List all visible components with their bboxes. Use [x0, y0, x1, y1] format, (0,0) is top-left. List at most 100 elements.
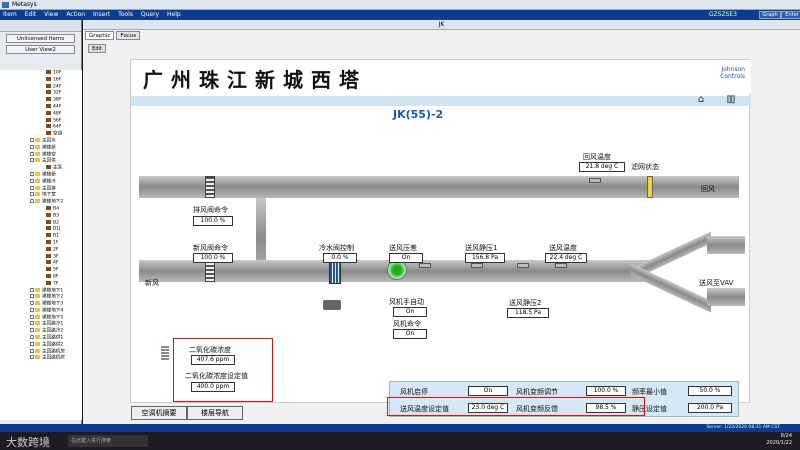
floor-nav-button[interactable]: 楼层导航	[187, 406, 243, 420]
co2-setpoint-value[interactable]: 400.0 ppm	[191, 382, 235, 392]
co2-sensor-icon[interactable]	[161, 346, 169, 360]
tree-item[interactable]: 裙楼冷	[0, 178, 82, 186]
tree-item[interactable]: 3F	[0, 253, 82, 261]
expand-icon[interactable]	[30, 321, 34, 326]
expand-icon[interactable]	[30, 328, 34, 333]
expand-icon[interactable]	[30, 348, 34, 353]
tree-item[interactable]: B1	[0, 233, 82, 240]
tree-item[interactable]: 主回水	[0, 137, 82, 145]
expand-icon[interactable]	[30, 314, 34, 319]
fan-auto-value[interactable]: On	[393, 307, 427, 317]
tree-item[interactable]: B2	[0, 219, 82, 227]
static-setpoint-value[interactable]: 200.0 Pa	[688, 403, 732, 413]
ahu-summary-button[interactable]: 空调机摘要	[131, 406, 187, 420]
tab-focus[interactable]: Focus	[116, 31, 141, 40]
tree-item[interactable]: 24F	[0, 83, 82, 91]
filter-icon[interactable]	[647, 176, 653, 198]
tree-item[interactable]: 裙楼地下2	[0, 199, 82, 206]
tree-item[interactable]: 主回路机房	[0, 355, 82, 362]
expand-icon[interactable]	[30, 355, 34, 360]
tree-item[interactable]: 4F	[0, 260, 82, 267]
tree-item[interactable]: 主回路供2	[0, 341, 82, 349]
freq-min-value[interactable]: 50.0 %	[688, 386, 732, 396]
edit-button[interactable]: Edit	[88, 44, 106, 53]
menu-item[interactable]: Tools	[118, 11, 133, 18]
sa-temp-value[interactable]: 22.4 deg C	[545, 253, 587, 263]
sa-static-1-value[interactable]: 156.8 Pa	[465, 253, 505, 263]
co2-value[interactable]: 407.6 ppm	[191, 355, 235, 365]
tree-item[interactable]: 裙楼新	[0, 144, 82, 152]
menu-item[interactable]: Action	[66, 11, 85, 18]
tree-item[interactable]: B1J	[0, 226, 82, 233]
tree-item[interactable]: 主回供	[0, 158, 82, 165]
expand-icon[interactable]	[30, 294, 34, 299]
tree-item[interactable]: 5F	[0, 267, 82, 274]
enter-button[interactable]: Enter	[781, 11, 800, 19]
exhaust-cmd-value[interactable]: 100.0 %	[193, 216, 233, 226]
tree-item[interactable]: B4	[0, 205, 82, 213]
navigation-tree[interactable]: 10F 16F 24F 32F 38F 44F 48F 56F 64F 空调 主回水 裙楼新 裙楼空 主回…	[0, 70, 82, 420]
valve-actuator-icon[interactable]	[323, 300, 341, 310]
tree-item[interactable]: 裙楼空	[0, 151, 82, 159]
sa-pressure-diff-value[interactable]: On	[389, 253, 423, 263]
tree-item[interactable]: 裙楼地下1	[0, 287, 82, 295]
tree-item[interactable]: 1F	[0, 239, 82, 247]
tree-item[interactable]: 7F	[0, 280, 82, 288]
supply-fan-icon[interactable]	[387, 260, 407, 280]
expand-icon[interactable]	[30, 185, 34, 190]
chart-icon[interactable]: ▥	[725, 94, 737, 106]
tree-item[interactable]: 48F	[0, 110, 82, 118]
tree-item[interactable]: 空调	[0, 131, 82, 138]
tree-item[interactable]: B3	[0, 212, 82, 220]
expand-icon[interactable]	[30, 307, 34, 312]
expand-icon[interactable]	[30, 199, 34, 204]
expand-icon[interactable]	[30, 137, 34, 142]
tree-item[interactable]: 裙楼地下4	[0, 307, 82, 315]
unlicensed-items-button[interactable]: Unlicensed Items	[6, 34, 75, 43]
fresh-cmd-value[interactable]: 100.0 %	[193, 253, 233, 263]
tree-item[interactable]: 38F	[0, 97, 82, 104]
tree-item[interactable]: 主回路供1	[0, 335, 82, 342]
menu-item[interactable]: Query	[141, 11, 159, 18]
fresh-air-damper-icon[interactable]	[205, 260, 215, 282]
tree-item[interactable]: 裙楼地下2	[0, 294, 82, 301]
user-view-selector[interactable]: User View2	[6, 45, 75, 54]
expand-icon[interactable]	[30, 341, 34, 346]
menu-item[interactable]: Insert	[93, 11, 110, 18]
menu-item[interactable]: Help	[167, 11, 181, 18]
tree-item[interactable]: 16F	[0, 76, 82, 84]
tree-item[interactable]: 主回路冷2	[0, 328, 82, 335]
tree-item[interactable]: 主回排	[0, 185, 82, 193]
menu-item[interactable]: View	[44, 11, 58, 18]
tree-item[interactable]: 44F	[0, 103, 82, 111]
fan-vfd-value[interactable]: 100.0 %	[586, 386, 626, 396]
sa-static-2-value[interactable]: 118.5 Pa	[507, 308, 549, 318]
tree-item[interactable]: 6F	[0, 273, 82, 281]
graph-button[interactable]: Graph	[759, 11, 781, 19]
tree-item[interactable]: 裙楼地下5	[0, 314, 82, 322]
expand-icon[interactable]	[30, 171, 34, 176]
tree-item[interactable]: 裙楼新	[0, 171, 82, 179]
home-icon[interactable]: ⌂	[695, 94, 707, 106]
expand-icon[interactable]	[30, 151, 34, 156]
exhaust-damper-icon[interactable]	[205, 176, 215, 198]
tree-item[interactable]: 主回路机房	[0, 348, 82, 356]
fan-cmd-value[interactable]: On	[393, 329, 427, 339]
expand-icon[interactable]	[30, 178, 34, 183]
tree-item[interactable]: 10F	[0, 70, 82, 77]
menu-item[interactable]: Edit	[25, 11, 37, 18]
tree-item[interactable]: 56F	[0, 117, 82, 125]
fan-start-stop-value[interactable]: On	[468, 386, 508, 396]
tree-item[interactable]: 地下室	[0, 192, 82, 199]
menu-item[interactable]: Item	[3, 11, 17, 18]
tab-graphic[interactable]: Graphic	[85, 31, 115, 40]
expand-icon[interactable]	[30, 158, 34, 163]
return-temp-value[interactable]: 21.8 deg C	[579, 162, 625, 172]
tree-item[interactable]: 2F	[0, 246, 82, 254]
tree-item[interactable]: 64F	[0, 124, 82, 131]
tree-item[interactable]: 裙楼地下3	[0, 301, 82, 308]
expand-icon[interactable]	[30, 192, 34, 197]
tree-item[interactable]: 主回路冷1	[0, 321, 82, 328]
chw-valve-value[interactable]: 0.0 %	[323, 253, 357, 263]
expand-icon[interactable]	[30, 335, 34, 340]
